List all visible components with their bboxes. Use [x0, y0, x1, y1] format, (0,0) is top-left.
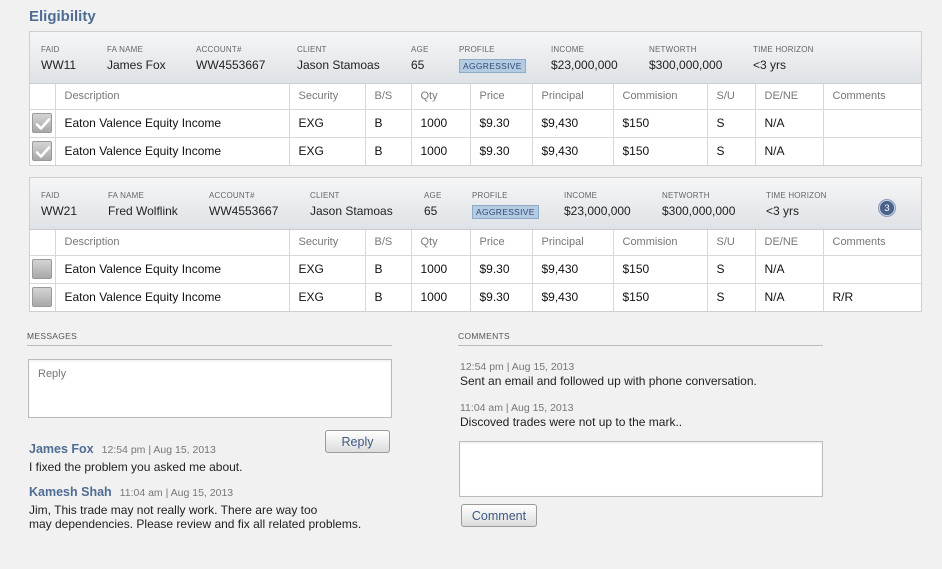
message-item: James Fox 12:54 pm | Aug 15, 2013 I fixed…	[29, 440, 399, 474]
notification-badge[interactable]: 3	[879, 200, 895, 216]
time-horizon-value: <3 yrs	[753, 58, 787, 72]
message-author[interactable]: James Fox	[29, 442, 94, 456]
message-item: Kamesh Shah 11:04 am | Aug 15, 2013 Jim, …	[29, 483, 399, 531]
comment-item: 12:54 pm | Aug 15, 2013 Sent an email an…	[460, 361, 830, 388]
faid-value: WW21	[41, 204, 77, 218]
table-header-row: Description Security B/S Qty Price Princ…	[30, 84, 921, 110]
account-header: FAID WW11 FA NAME James Fox ACCOUNT# WW4…	[30, 32, 921, 84]
account-value: WW4553667	[209, 204, 279, 218]
column-header[interactable]: Comments	[823, 84, 921, 110]
income-value: $23,000,000	[551, 58, 618, 72]
row-checkbox[interactable]	[32, 113, 53, 133]
comment-item: 11:04 am | Aug 15, 2013 Discoved trades …	[460, 402, 830, 429]
comment-time: 11:04 am | Aug 15, 2013	[460, 402, 574, 414]
client-field: CLIENT Jason Stamoas	[310, 191, 393, 218]
account-field: ACCOUNT# WW4553667	[209, 191, 279, 218]
column-header[interactable]: Principal	[532, 84, 614, 110]
table-header-row: Description Security B/S Qty Price Princ…	[30, 230, 921, 256]
row-checkbox[interactable]	[32, 141, 53, 162]
networth-field: NETWORTH $300,000,000	[662, 191, 736, 218]
networth-field: NETWORTH $300,000,000	[649, 45, 723, 72]
comments-divider	[458, 345, 823, 346]
client-field: CLIENT Jason Stamoas	[297, 45, 380, 72]
age-field: AGE 65	[424, 191, 442, 218]
column-header[interactable]: S/U	[707, 84, 756, 110]
table-row: Eaton Valence Equity Income EXG B 1000 $…	[30, 255, 921, 284]
table-row: Eaton Valence Equity Income EXG B 1000 $…	[30, 283, 921, 311]
account-value: WW4553667	[196, 58, 266, 72]
age-value: 65	[424, 204, 438, 218]
column-header[interactable]: Commision	[613, 84, 708, 110]
column-header[interactable]: B/S	[365, 230, 412, 256]
table-row: Eaton Valence Equity Income EXG B 1000 $…	[30, 109, 921, 138]
trade-block-ww11: FAID WW11 FA NAME James Fox ACCOUNT# WW4…	[29, 31, 922, 166]
trades-table: Description Security B/S Qty Price Princ…	[30, 84, 921, 165]
fa-name-value: James Fox	[107, 58, 166, 72]
column-header[interactable]: Price	[470, 84, 533, 110]
faid-value: WW11	[41, 58, 77, 72]
fa-name-value: Fred Wolflink	[108, 204, 178, 218]
comment-text: Sent an email and followed up with phone…	[460, 374, 757, 388]
comment-time: 12:54 pm | Aug 15, 2013	[460, 361, 575, 373]
column-header[interactable]: Comments	[823, 230, 921, 256]
checkmark-icon	[35, 146, 51, 159]
age-field: AGE 65	[411, 45, 429, 72]
account-header: FAID WW21 FA NAME Fred Wolflink ACCOUNT#…	[30, 178, 921, 230]
column-header[interactable]: Commision	[613, 230, 708, 256]
trades-table: Description Security B/S Qty Price Princ…	[30, 230, 921, 311]
income-field: INCOME $23,000,000	[551, 45, 618, 72]
profile-field: PROFILE AGGRESSIVE	[472, 191, 539, 220]
time-horizon-value: <3 yrs	[766, 204, 800, 218]
table-row: Eaton Valence Equity Income EXG B 1000 $…	[30, 137, 921, 165]
comments-label: COMMENTS	[458, 331, 510, 341]
message-text: I fixed the problem you asked me about.	[29, 460, 243, 474]
time-horizon-field: TIME HORIZON <3 yrs	[766, 191, 827, 218]
comment-button[interactable]: Comment	[461, 504, 537, 527]
column-header[interactable]: Description	[55, 84, 290, 110]
networth-value: $300,000,000	[649, 58, 723, 72]
account-field: ACCOUNT# WW4553667	[196, 45, 266, 72]
message-time: 12:54 pm | Aug 15, 2013	[101, 444, 216, 456]
row-checkbox[interactable]	[32, 259, 53, 279]
comment-input[interactable]	[459, 441, 823, 497]
messages-divider	[27, 345, 392, 346]
profile-badge: AGGRESSIVE	[472, 205, 539, 219]
profile-field: PROFILE AGGRESSIVE	[459, 45, 526, 74]
checkmark-icon	[35, 118, 51, 130]
comment-text: Discoved trades were not up to the mark.…	[460, 415, 683, 429]
page-title: Eligibility	[29, 8, 96, 25]
column-header[interactable]: Principal	[532, 230, 614, 256]
profile-badge: AGGRESSIVE	[459, 59, 526, 73]
trade-block-ww21: FAID WW21 FA NAME Fred Wolflink ACCOUNT#…	[29, 177, 922, 312]
column-header[interactable]: Security	[289, 230, 366, 256]
income-value: $23,000,000	[564, 204, 631, 218]
income-field: INCOME $23,000,000	[564, 191, 631, 218]
faid-field: FAID WW11	[41, 45, 77, 72]
column-header[interactable]: DE/NE	[755, 84, 824, 110]
time-horizon-field: TIME HORIZON <3 yrs	[753, 45, 814, 72]
message-text: Jim, This trade may not really work. The…	[29, 503, 362, 531]
message-time: 11:04 am | Aug 15, 2013	[119, 487, 234, 499]
column-header[interactable]: Description	[55, 230, 290, 256]
column-header[interactable]: S/U	[707, 230, 756, 256]
column-header[interactable]: Qty	[411, 230, 471, 256]
message-author[interactable]: Kamesh Shah	[29, 485, 112, 499]
column-header[interactable]: DE/NE	[755, 230, 824, 256]
fa-name-field: FA NAME Fred Wolflink	[108, 191, 178, 218]
age-value: 65	[411, 58, 425, 72]
row-checkbox[interactable]	[32, 287, 53, 308]
column-header[interactable]: B/S	[365, 84, 412, 110]
reply-input[interactable]	[28, 359, 392, 418]
client-value: Jason Stamoas	[297, 58, 380, 72]
faid-field: FAID WW21	[41, 191, 77, 218]
networth-value: $300,000,000	[662, 204, 736, 218]
messages-label: MESSAGES	[27, 331, 78, 341]
column-header[interactable]: Qty	[411, 84, 471, 110]
column-header[interactable]: Price	[470, 230, 533, 256]
client-value: Jason Stamoas	[310, 204, 393, 218]
column-header[interactable]: Security	[289, 84, 366, 110]
fa-name-field: FA NAME James Fox	[107, 45, 166, 72]
